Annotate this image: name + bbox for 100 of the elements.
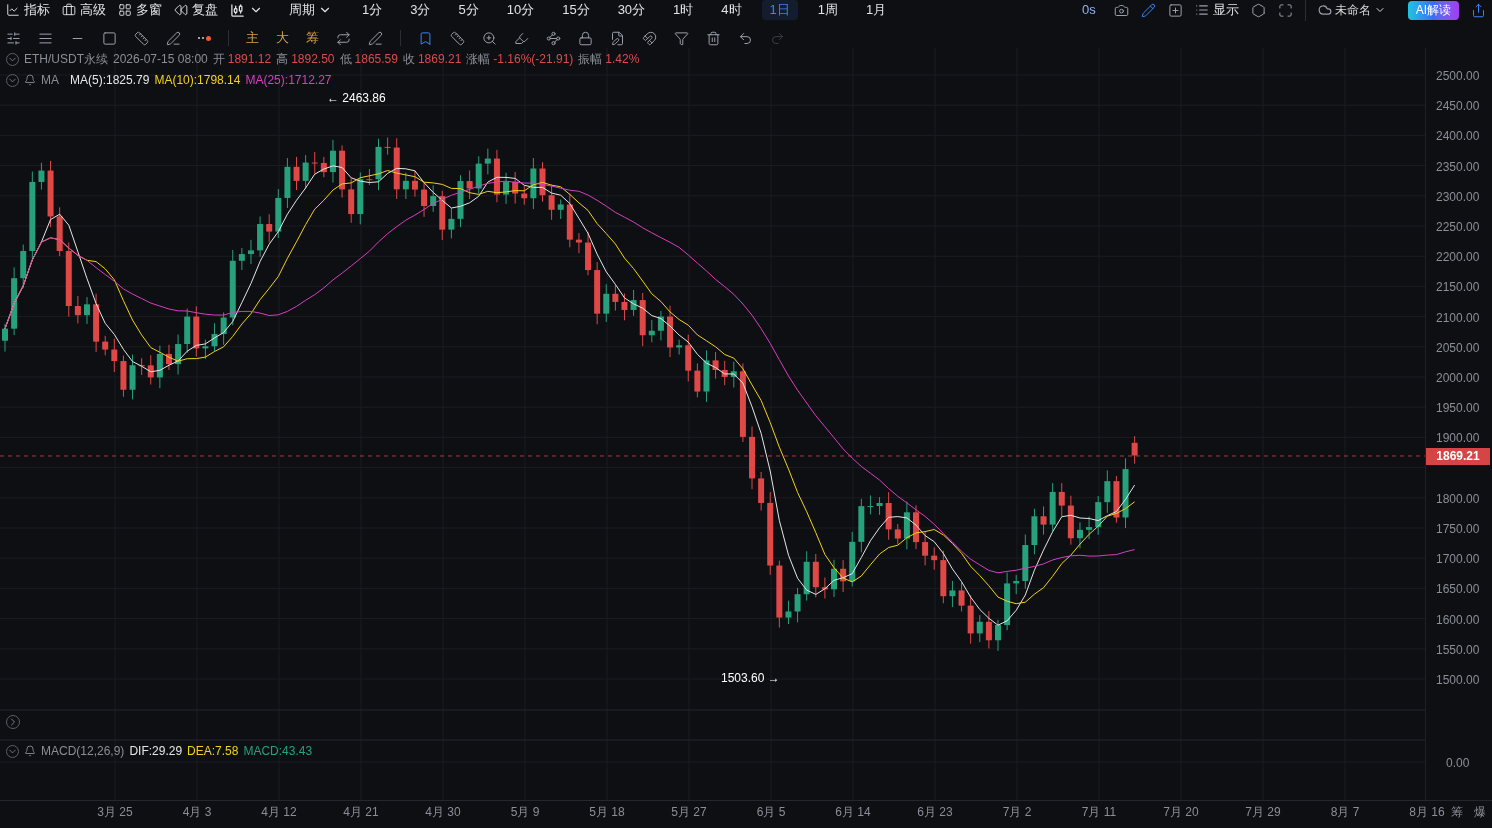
period-tab[interactable]: 1时 xyxy=(665,0,702,20)
nodes-icon[interactable] xyxy=(546,30,561,46)
candle xyxy=(821,577,828,599)
display-menu[interactable]: 显示 xyxy=(1194,0,1239,20)
price-axis-label: 1500.00 xyxy=(1436,672,1480,689)
candle xyxy=(156,345,163,389)
sliders-icon[interactable] xyxy=(6,30,21,46)
period-tab[interactable]: 15分 xyxy=(554,0,598,20)
period-tab[interactable]: 10分 xyxy=(498,0,543,20)
price-axis-label: 1750.00 xyxy=(1436,521,1480,538)
period-tab[interactable]: 3分 xyxy=(402,0,439,20)
toolbar-menu[interactable]: 多窗 xyxy=(118,0,162,20)
rewind-icon xyxy=(174,3,188,17)
price-axis-label: 2000.00 xyxy=(1436,370,1480,387)
ai-button[interactable]: AI解读 xyxy=(1407,0,1459,20)
indicator-value: MA(10):1798.14 xyxy=(154,72,241,89)
candle xyxy=(284,157,291,209)
menu-icon[interactable] xyxy=(38,30,53,46)
add-window-icon[interactable] xyxy=(1167,2,1183,18)
period-tab[interactable]: 30分 xyxy=(609,0,654,20)
rectangle-icon[interactable] xyxy=(102,30,117,46)
candle xyxy=(56,206,63,257)
period-tab[interactable]: 1分 xyxy=(354,0,391,20)
candle xyxy=(147,354,154,385)
candle xyxy=(393,137,400,200)
bell-icon[interactable] xyxy=(24,745,36,757)
zoom-in-icon[interactable] xyxy=(482,30,497,46)
time-axis-label: 7月 20 xyxy=(1163,804,1199,821)
indicator-toggle[interactable]: 大 xyxy=(276,28,289,48)
time-axis-label: 4月 30 xyxy=(425,804,461,821)
layout-menu[interactable]: 未命名 xyxy=(1317,1,1386,19)
candle xyxy=(320,156,327,178)
candle xyxy=(512,171,519,205)
candle xyxy=(20,244,27,289)
time-axis-label: 4月 3 xyxy=(182,804,212,821)
candle xyxy=(202,339,209,360)
candle xyxy=(247,239,254,265)
share-icon[interactable] xyxy=(1471,2,1486,18)
candle xyxy=(384,137,391,156)
period-tab[interactable]: 1月 xyxy=(858,0,895,20)
pen-icon[interactable] xyxy=(166,30,181,46)
last-price-tag: 1869.21 xyxy=(1426,448,1490,465)
price-axis-label: 1550.00 xyxy=(1436,641,1480,659)
candle xyxy=(211,322,218,352)
candle xyxy=(421,182,428,218)
panel-toggle[interactable]: 筹 xyxy=(1451,803,1463,821)
indicator-value: MACD:43.43 xyxy=(243,743,313,760)
time-axis-label: 8月 16 xyxy=(1409,804,1445,821)
period-menu[interactable]: 周期 xyxy=(289,0,332,20)
toolbar-menu[interactable]: 指标 xyxy=(6,0,50,20)
more-icon[interactable] xyxy=(198,35,211,41)
indicator-toggle[interactable]: 主 xyxy=(246,28,259,48)
candle xyxy=(1031,508,1038,555)
candle xyxy=(894,523,901,545)
candle xyxy=(1022,534,1029,590)
period-tab[interactable]: 4时 xyxy=(713,0,750,20)
pen-icon[interactable] xyxy=(368,30,383,46)
panel-toggle[interactable]: 爆 xyxy=(1474,803,1486,821)
candle xyxy=(1077,521,1083,549)
repeat-icon[interactable] xyxy=(336,30,351,46)
candle xyxy=(503,172,510,205)
indicator-name: MACD(12,26,9) xyxy=(41,743,125,760)
ruler-icon[interactable] xyxy=(450,30,465,46)
candle xyxy=(166,344,172,371)
camera-icon[interactable] xyxy=(1113,2,1129,18)
time-axis-label: 7月 2 xyxy=(1002,804,1032,821)
magnet-icon[interactable] xyxy=(642,30,657,46)
candle xyxy=(366,168,373,186)
chart-type-menu[interactable] xyxy=(230,2,263,18)
candle xyxy=(958,581,965,612)
highlighter-icon[interactable] xyxy=(514,30,529,46)
trash-icon[interactable] xyxy=(706,30,721,46)
bookmark-icon[interactable] xyxy=(418,30,433,46)
macd-axis-label: 0.00 xyxy=(1446,755,1470,772)
period-tab[interactable]: 1日 xyxy=(761,0,798,20)
fullscreen-icon[interactable] xyxy=(1277,2,1293,18)
indicator-toggle[interactable]: 筹 xyxy=(306,28,319,48)
field-label: 收 xyxy=(402,51,415,68)
toolbar-menu[interactable]: 复盘 xyxy=(174,0,218,20)
candle xyxy=(785,600,792,625)
candle xyxy=(475,155,482,195)
ruler-icon[interactable] xyxy=(134,30,149,46)
period-tab[interactable]: 5分 xyxy=(450,0,487,20)
period-tab[interactable]: 1周 xyxy=(809,0,847,20)
undo-icon[interactable] xyxy=(738,30,753,46)
lock-icon[interactable] xyxy=(578,30,593,46)
candle xyxy=(357,171,364,225)
edit-icon[interactable] xyxy=(610,30,625,46)
time-axis-label: 4月 21 xyxy=(343,804,379,821)
toolbar-menu[interactable]: 高级 xyxy=(62,0,106,20)
pencil-icon[interactable] xyxy=(1140,2,1156,18)
bell-icon[interactable] xyxy=(24,74,36,86)
candle xyxy=(976,614,983,643)
field-value: 1892.50 xyxy=(291,51,335,68)
candle xyxy=(657,310,664,341)
candle xyxy=(484,148,491,175)
settings-icon[interactable] xyxy=(1250,2,1266,18)
indicator-name: MA xyxy=(41,72,59,89)
filter-icon[interactable] xyxy=(674,30,689,46)
candle xyxy=(220,311,227,346)
